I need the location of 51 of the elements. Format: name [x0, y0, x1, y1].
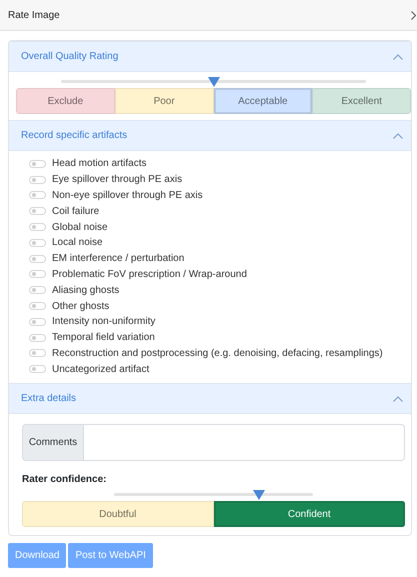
artifact-label: Temporal field variation — [52, 332, 155, 344]
rating-option[interactable]: Doubtful — [22, 501, 214, 528]
rating-option[interactable]: Acceptable — [214, 88, 312, 114]
comments-label: Comments — [22, 424, 84, 462]
toggle-switch[interactable] — [29, 176, 46, 184]
toggle-switch[interactable] — [29, 302, 46, 310]
artifact-label: Eye spillover through PE axis — [52, 174, 182, 186]
artifact-label: Local noise — [52, 237, 103, 248]
artifact-label: Coil failure — [52, 206, 100, 217]
toggle-switch[interactable] — [29, 191, 46, 200]
rating-option[interactable]: Exclude — [16, 88, 115, 114]
chevron-right-icon[interactable] — [411, 10, 416, 20]
artifact-label: Non-eye spillover through PE axis — [52, 190, 203, 201]
toggle-switch[interactable] — [29, 160, 46, 168]
page-title: Rate Image — [8, 10, 60, 20]
artifact-label: Problematic FoV prescription / Wrap-around — [52, 268, 247, 280]
toggle-switch[interactable] — [29, 238, 46, 247]
toggle-switch[interactable] — [29, 270, 46, 278]
action-button[interactable]: Post to WebAPI — [68, 543, 153, 568]
artifact-label: Other ghosts — [52, 300, 110, 312]
confidence-label: Rater confidence: — [22, 474, 108, 486]
action-button[interactable]: Download — [8, 543, 66, 568]
toggle-switch[interactable] — [29, 254, 46, 263]
comments-field[interactable] — [84, 424, 405, 462]
toggle-switch[interactable] — [29, 334, 46, 342]
chevron-up-icon — [393, 396, 403, 402]
section-title: Overall Quality Rating — [21, 51, 118, 62]
toggle-switch[interactable] — [29, 365, 46, 374]
section-title: Extra details — [21, 393, 76, 404]
section-header[interactable]: Overall Quality Rating — [9, 41, 411, 72]
section-header[interactable]: Record specific artifacts — [9, 120, 411, 151]
section-header[interactable]: Extra details — [9, 383, 411, 414]
toggle-switch[interactable] — [29, 286, 46, 294]
toggle-switch[interactable] — [29, 318, 46, 326]
artifact-label: Global noise — [52, 222, 108, 233]
toggle-switch[interactable] — [29, 223, 46, 232]
rating-option[interactable]: Confident — [214, 501, 405, 528]
artifact-label: Aliasing ghosts — [52, 284, 120, 296]
artifact-label: EM interference / perturbation — [52, 253, 184, 264]
rating-option[interactable]: Excellent — [312, 88, 411, 114]
chevron-up-icon — [393, 54, 403, 60]
rating-option[interactable]: Poor — [114, 88, 214, 114]
artifact-label: Uncategorized artifact — [52, 364, 150, 375]
slider-thumb[interactable] — [208, 77, 220, 87]
toggle-switch[interactable] — [29, 207, 46, 216]
artifact-label: Reconstruction and postprocessing (e.g. denoising, defacing, resamplings) — [52, 348, 383, 359]
artifact-label: Intensity non-uniformity — [52, 316, 156, 328]
artifact-label: Head motion artifacts — [52, 158, 146, 170]
toggle-switch[interactable] — [29, 349, 46, 358]
chevron-up-icon — [393, 132, 403, 138]
section-title: Record specific artifacts — [21, 130, 128, 141]
